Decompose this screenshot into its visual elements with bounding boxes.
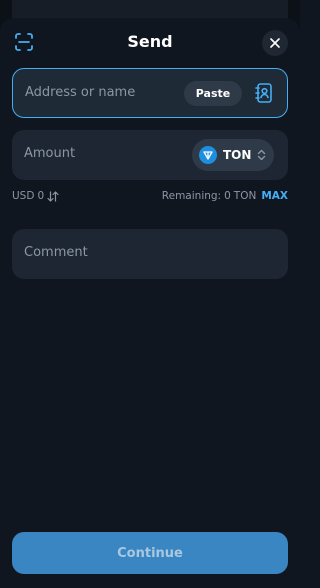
swap-arrows-icon	[47, 190, 59, 202]
remaining-value: 0	[224, 190, 231, 202]
chevron-updown-icon	[257, 149, 266, 161]
usd-label: USD	[12, 190, 35, 202]
remaining-unit: TON	[233, 190, 257, 202]
remaining-label: Remaining:	[161, 190, 222, 202]
send-sheet: Send Address or name Paste Amount TON US…	[0, 18, 300, 588]
page-title: Send	[127, 32, 173, 51]
currency-toggle[interactable]: USD 0	[12, 190, 59, 202]
continue-button[interactable]: Continue	[12, 532, 288, 574]
usd-value: 0	[37, 190, 45, 202]
close-button[interactable]	[262, 30, 288, 56]
max-button[interactable]: MAX	[261, 190, 288, 202]
paste-button[interactable]: Paste	[184, 81, 242, 106]
comment-placeholder: Comment	[24, 245, 88, 260]
header: Send	[0, 18, 300, 66]
contacts-button[interactable]	[252, 81, 276, 105]
address-field[interactable]: Address or name Paste	[12, 68, 288, 118]
balance-info-row: USD 0 Remaining: 0 TON MAX	[12, 190, 288, 206]
address-placeholder: Address or name	[25, 85, 136, 100]
close-icon	[270, 38, 280, 48]
amount-placeholder: Amount	[24, 146, 76, 161]
token-selector[interactable]: TON	[192, 139, 274, 171]
contacts-icon	[255, 83, 272, 103]
ton-logo-icon	[199, 146, 217, 164]
token-name: TON	[223, 148, 252, 162]
comment-field[interactable]: Comment	[12, 229, 288, 279]
amount-field[interactable]: Amount TON	[12, 130, 288, 180]
remaining-balance: Remaining: 0 TON MAX	[162, 190, 288, 202]
